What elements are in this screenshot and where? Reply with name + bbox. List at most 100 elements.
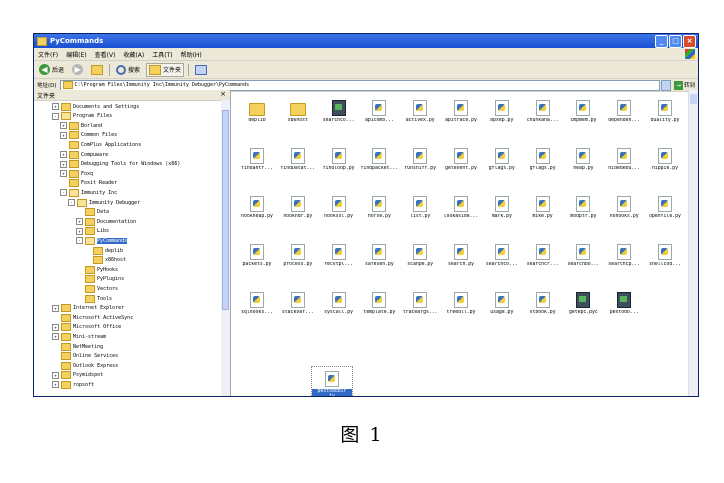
- file-scroll-thumb[interactable]: [690, 94, 697, 104]
- file-item[interactable]: activex.py: [400, 100, 440, 130]
- tree-item[interactable]: Vectors: [76, 284, 118, 293]
- menu-edit[interactable]: 编辑(E): [66, 50, 86, 59]
- file-item[interactable]: gflags.py: [482, 148, 522, 178]
- up-button[interactable]: [89, 64, 105, 76]
- tree-item[interactable]: Online Services: [52, 352, 118, 361]
- menu-tools[interactable]: 工具(T): [152, 50, 172, 59]
- file-item[interactable]: nohooks.py: [604, 196, 644, 226]
- tree-item[interactable]: deplib: [84, 246, 123, 255]
- tree-scroll-thumb[interactable]: [222, 110, 229, 310]
- file-item[interactable]: safeseh.py: [359, 244, 399, 274]
- file-item[interactable]: findDatat...: [278, 148, 318, 178]
- tree-item[interactable]: ComPlus Applications: [60, 140, 141, 149]
- expand-icon[interactable]: +: [60, 160, 67, 168]
- expand-icon[interactable]: +: [52, 304, 59, 312]
- expand-icon[interactable]: +: [52, 103, 59, 110]
- tree-item[interactable]: - Immunity Debugger: [68, 198, 140, 207]
- collapse-icon[interactable]: -: [60, 189, 67, 197]
- tree-item[interactable]: PyPlugins: [76, 275, 124, 284]
- tree-item[interactable]: + Foxq: [60, 169, 93, 178]
- file-item[interactable]: hookssl.py: [319, 196, 359, 226]
- file-item[interactable]: hippie.py: [645, 148, 685, 178]
- file-item[interactable]: x86host: [278, 100, 318, 130]
- tree-item[interactable]: - Immunity Inc: [60, 188, 117, 197]
- file-item[interactable]: chunkana...: [523, 100, 563, 130]
- forward-button[interactable]: ▶: [70, 63, 85, 76]
- file-item[interactable]: hookndr.py: [278, 196, 318, 226]
- tree-item[interactable]: x86host: [84, 256, 126, 265]
- file-list-scrollbar[interactable]: [688, 90, 698, 396]
- file-item[interactable]: search.py: [441, 244, 481, 274]
- file-item[interactable]: searchco...: [319, 100, 359, 130]
- tree-item[interactable]: + Mini-stream: [52, 332, 106, 341]
- folders-button[interactable]: 文件夹: [146, 62, 185, 77]
- tree-item[interactable]: + Borland: [60, 121, 102, 130]
- tree-item[interactable]: NetMeeting: [52, 342, 103, 351]
- file-item[interactable]: findantr...: [237, 148, 277, 178]
- menu-favorites[interactable]: 收藏(A): [123, 50, 144, 59]
- file-item[interactable]: gflags.py: [523, 148, 563, 178]
- views-button[interactable]: [193, 64, 209, 76]
- file-item[interactable]: deplib: [237, 100, 277, 130]
- file-item[interactable]: cmpmem.py: [563, 100, 603, 130]
- file-item[interactable]: stackvar...: [278, 292, 318, 322]
- menu-help[interactable]: 帮助(H): [181, 50, 202, 59]
- expand-icon[interactable]: +: [52, 371, 59, 379]
- file-item[interactable]: hidedebu...: [604, 148, 644, 178]
- tree-item[interactable]: + Compuware: [60, 150, 108, 159]
- collapse-icon[interactable]: -: [76, 237, 83, 245]
- file-item[interactable]: template.py: [359, 292, 399, 322]
- file-item[interactable]: findloop.py: [319, 148, 359, 178]
- tree-item[interactable]: - PyCommands: [76, 236, 128, 245]
- file-item[interactable]: sqlhooks...: [237, 292, 277, 322]
- file-item[interactable]: getepc.pyc: [563, 292, 603, 322]
- back-button[interactable]: ◀ 后退: [37, 63, 66, 76]
- tree-item[interactable]: Microsoft ActiveSync: [52, 313, 133, 322]
- tree-item[interactable]: Outlook Express: [52, 361, 118, 370]
- go-button[interactable]: → 转到: [673, 80, 695, 90]
- file-item[interactable]: searchbo...: [563, 244, 603, 274]
- tree-item[interactable]: - Program Files: [52, 112, 112, 121]
- expand-icon[interactable]: +: [76, 218, 83, 226]
- collapse-icon[interactable]: -: [52, 112, 59, 120]
- expand-icon[interactable]: +: [60, 170, 67, 178]
- tree-item[interactable]: + Debugging Tools for Windows (x86): [60, 160, 180, 169]
- tree-item[interactable]: + Internet Explorer: [52, 304, 124, 313]
- file-item[interactable]: findpacket...: [359, 148, 399, 178]
- file-item[interactable]: syscall.py: [319, 292, 359, 322]
- expand-icon[interactable]: +: [76, 227, 83, 235]
- file-item[interactable]: mike.py: [523, 196, 563, 226]
- expand-icon[interactable]: +: [60, 131, 67, 139]
- file-item[interactable]: heap.py: [563, 148, 603, 178]
- file-item[interactable]: vtbook.py: [523, 292, 563, 322]
- expand-icon[interactable]: +: [52, 323, 59, 331]
- expand-icon[interactable]: +: [60, 151, 67, 158]
- address-dropdown-icon[interactable]: [660, 79, 671, 91]
- address-input[interactable]: C:\Program Files\Immunity Inc\Immunity D…: [59, 79, 660, 91]
- file-item[interactable]: horse.py: [359, 196, 399, 226]
- tree-item[interactable]: Foxit Reader: [60, 179, 117, 188]
- file-item[interactable]: mark.py: [482, 196, 522, 226]
- tree-item[interactable]: PyHooks: [76, 265, 118, 274]
- maximize-button[interactable]: □: [669, 35, 682, 48]
- file-item[interactable]: modptr.py: [563, 196, 603, 226]
- file-item[interactable]: searchcr...: [523, 244, 563, 274]
- file-item[interactable]: searchcp...: [604, 244, 644, 274]
- file-item[interactable]: searchco...: [482, 244, 522, 274]
- file-item[interactable]: dependen...: [604, 100, 644, 130]
- minimize-button[interactable]: _: [655, 35, 668, 48]
- file-item[interactable]: bpxep.py: [482, 100, 522, 130]
- file-item[interactable]: recvtpl...: [319, 244, 359, 274]
- expand-icon[interactable]: +: [52, 381, 59, 389]
- file-item[interactable]: treedll.py: [441, 292, 481, 322]
- tree-item[interactable]: + ropsoft: [52, 380, 94, 389]
- file-item[interactable]: packets.py: [237, 244, 277, 274]
- tree-item[interactable]: + Libs: [76, 227, 109, 236]
- tree-item[interactable]: + Documents and Settings: [52, 102, 139, 111]
- file-item[interactable]: openfile.py: [645, 196, 685, 226]
- expand-icon[interactable]: +: [52, 333, 59, 341]
- file-item[interactable]: pextodo...: [604, 292, 644, 322]
- file-item[interactable]: traceargs...: [400, 292, 440, 322]
- file-item[interactable]: shellcod...: [645, 244, 685, 274]
- tree-item[interactable]: + Psymidspot: [52, 371, 103, 380]
